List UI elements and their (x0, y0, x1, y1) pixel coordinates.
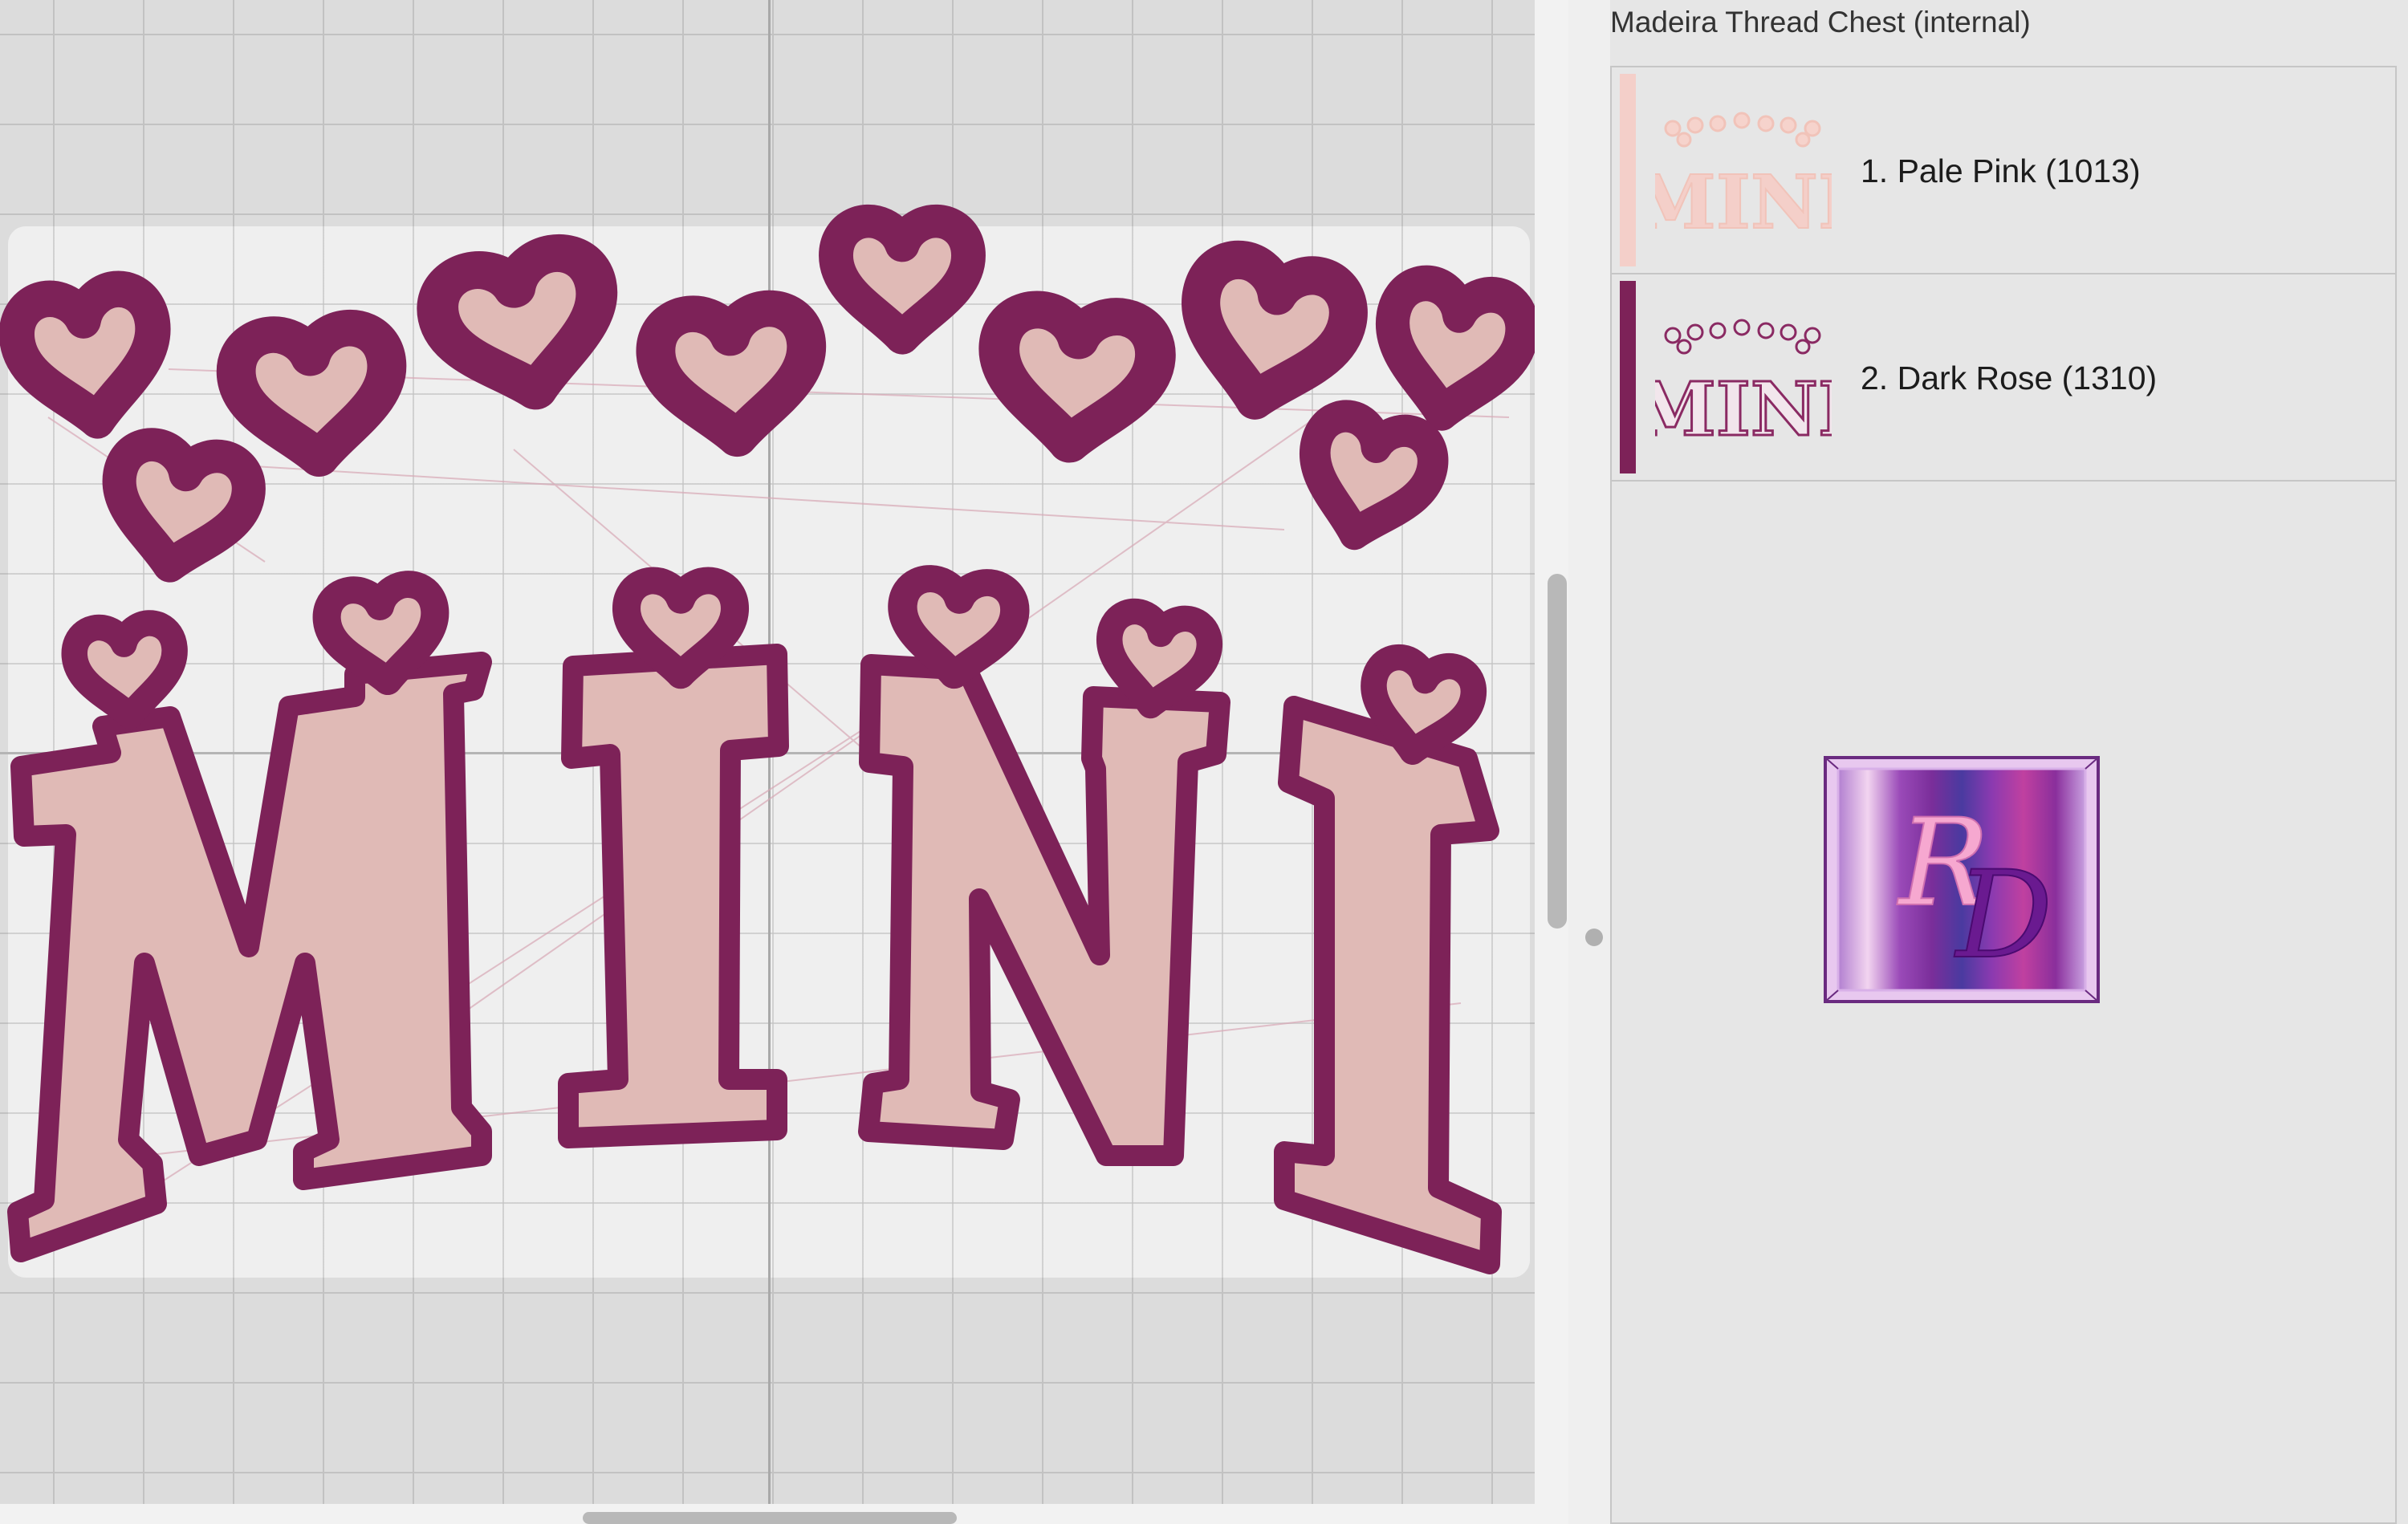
hearts-group[interactable] (12, 221, 1528, 577)
heart-10 (1297, 410, 1440, 548)
thread-1-preview-icon: MINI (1655, 112, 1832, 244)
embroidery-design[interactable] (0, 0, 1535, 1504)
heart-2 (106, 440, 254, 577)
vertical-scrollbar-thumb[interactable] (1548, 574, 1567, 929)
horizontal-scrollbar-thumb[interactable] (583, 1512, 957, 1524)
heart-5 (653, 306, 813, 444)
letter-m (7, 652, 492, 1262)
panel-splitter[interactable] (1568, 0, 1610, 1524)
thread-2-label: 2. Dark Rose (1310) (1861, 360, 2158, 396)
heart-8 (1182, 253, 1356, 416)
rd-brand-logo: R D (1824, 756, 2100, 1003)
splitter-handle-icon[interactable] (1585, 929, 1603, 946)
heart-6 (836, 221, 969, 338)
letter-n (858, 654, 1230, 1166)
design-canvas[interactable] (0, 0, 1535, 1504)
heart-4 (430, 246, 615, 407)
thread-color-swatch (1620, 74, 1636, 266)
thread-2-preview-icon: MINI (1655, 319, 1832, 451)
svg-text:MINI: MINI (1655, 159, 1832, 244)
thread-row-2[interactable]: MINI 2. Dark Rose (1310) (1612, 274, 2395, 482)
letter-i-1 (558, 644, 789, 1148)
svg-text:MINI: MINI (1655, 366, 1832, 451)
heart-9 (1378, 278, 1528, 425)
heart-7 (991, 307, 1158, 451)
mini-lettering[interactable] (7, 644, 1502, 1274)
preview-hearts (1664, 319, 1821, 355)
thread-1-label: 1. Pale Pink (1013) (1861, 152, 2141, 189)
thread-row-1[interactable]: MINI 1. Pale Pink (1013) (1612, 67, 2395, 274)
svg-text:D: D (1954, 846, 2052, 986)
thread-chest-title: Madeira Thread Chest (internal) (1610, 6, 2031, 39)
letter-i-2 (1274, 696, 1502, 1274)
heart-1 (12, 285, 165, 430)
thread-color-swatch (1620, 281, 1636, 473)
preview-hearts (1664, 112, 1821, 148)
heart-3 (233, 325, 394, 465)
